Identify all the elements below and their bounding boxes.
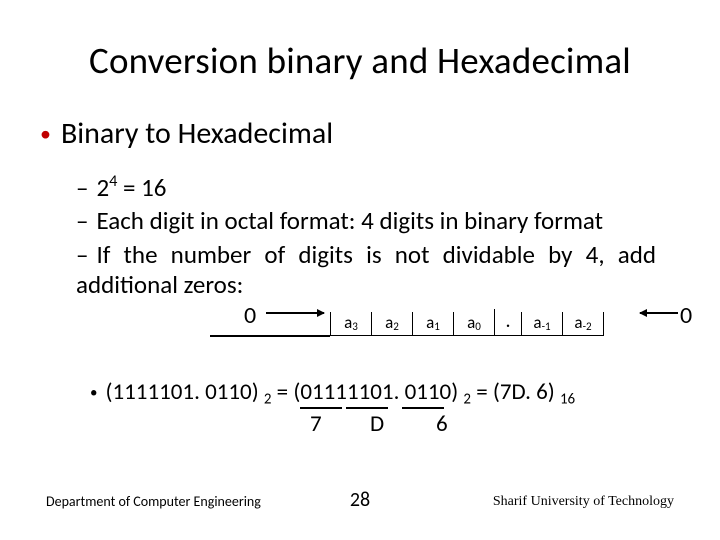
lhs-num: 1111101. 0110) bbox=[112, 378, 258, 406]
sub-bullet-3: –If the number of digits is not dividabl… bbox=[76, 240, 656, 299]
worked-example: •(1111101. 0110) 2 = (01111101. 0110 ) 2… bbox=[90, 378, 670, 408]
cell-a0: a0 bbox=[453, 312, 494, 335]
grouped-text: 01111101. 0110 bbox=[300, 378, 451, 406]
sub-bullet-2: –Each digit in octal format: 4 digits in… bbox=[76, 206, 690, 236]
two: 2 bbox=[96, 172, 109, 203]
rhs-sub: 16 bbox=[560, 390, 575, 408]
bullet-dot-icon: • bbox=[40, 120, 51, 147]
cell-sub: 2 bbox=[393, 319, 399, 333]
eq16: = 16 bbox=[117, 172, 166, 203]
cell-sub: -1 bbox=[542, 319, 551, 333]
slide-title: Conversion binary and Hexadecimal bbox=[0, 38, 720, 83]
dash-icon: – bbox=[76, 173, 88, 203]
cell-base: a bbox=[533, 312, 541, 333]
hex-6: 6 bbox=[436, 410, 448, 438]
dash-icon: – bbox=[76, 206, 88, 236]
arrow-left-icon bbox=[266, 312, 324, 314]
sub2-text: Each digit in octal format: 4 digits in … bbox=[96, 205, 603, 236]
cell-a2: a2 bbox=[371, 312, 412, 335]
group-underline-2 bbox=[346, 407, 388, 409]
underline-left bbox=[210, 335, 330, 337]
rhs-eq: = (7D. 6) bbox=[476, 378, 555, 406]
dash-icon: – bbox=[76, 240, 88, 270]
cell-radix-point: . bbox=[494, 309, 521, 335]
mid-eq: = ( bbox=[277, 378, 301, 406]
main-bullet: • Binary to Hexadecimal bbox=[40, 115, 333, 152]
cell-sub: 1 bbox=[434, 319, 440, 333]
cell-sub: -2 bbox=[583, 319, 592, 333]
cell-a1: a1 bbox=[412, 312, 453, 335]
zero-pad-left: 0 bbox=[244, 301, 256, 330]
group-underline-3 bbox=[402, 407, 444, 409]
lhs-sub: 2 bbox=[264, 390, 272, 408]
cell-a-neg1: a-1 bbox=[521, 312, 562, 335]
zero-pad-right: 0 bbox=[680, 301, 692, 330]
arrow-right-icon bbox=[640, 312, 678, 314]
cell-base: a bbox=[344, 312, 352, 333]
radix-point: . bbox=[505, 309, 510, 333]
cell-base: a bbox=[385, 312, 393, 333]
hex-d: D bbox=[370, 410, 384, 438]
mid-close: ) bbox=[451, 378, 458, 406]
sub3-text: If the number of digits is not dividable… bbox=[76, 239, 656, 300]
footer-right: Sharif University of Technology bbox=[493, 494, 674, 510]
sub-bullet-1: –24 = 16 bbox=[76, 172, 690, 202]
grouped-number: 01111101. 0110 bbox=[300, 378, 451, 406]
cell-base: a bbox=[574, 312, 582, 333]
mid-sub: 2 bbox=[463, 390, 471, 408]
bullet-dot-icon: • bbox=[90, 384, 97, 402]
digit-cells: a3 a2 a1 a0 . a-1 a-2 bbox=[330, 307, 604, 336]
cell-base: a bbox=[426, 312, 434, 333]
group-underline-1 bbox=[300, 407, 342, 409]
hex-7: 7 bbox=[310, 410, 322, 438]
cell-sub: 0 bbox=[475, 319, 481, 333]
cell-base: a bbox=[467, 312, 475, 333]
cell-a-neg2: a-2 bbox=[562, 312, 604, 335]
cell-a3: a3 bbox=[330, 312, 371, 335]
cell-sub: 3 bbox=[352, 319, 358, 333]
main-bullet-text: Binary to Hexadecimal bbox=[61, 115, 333, 152]
